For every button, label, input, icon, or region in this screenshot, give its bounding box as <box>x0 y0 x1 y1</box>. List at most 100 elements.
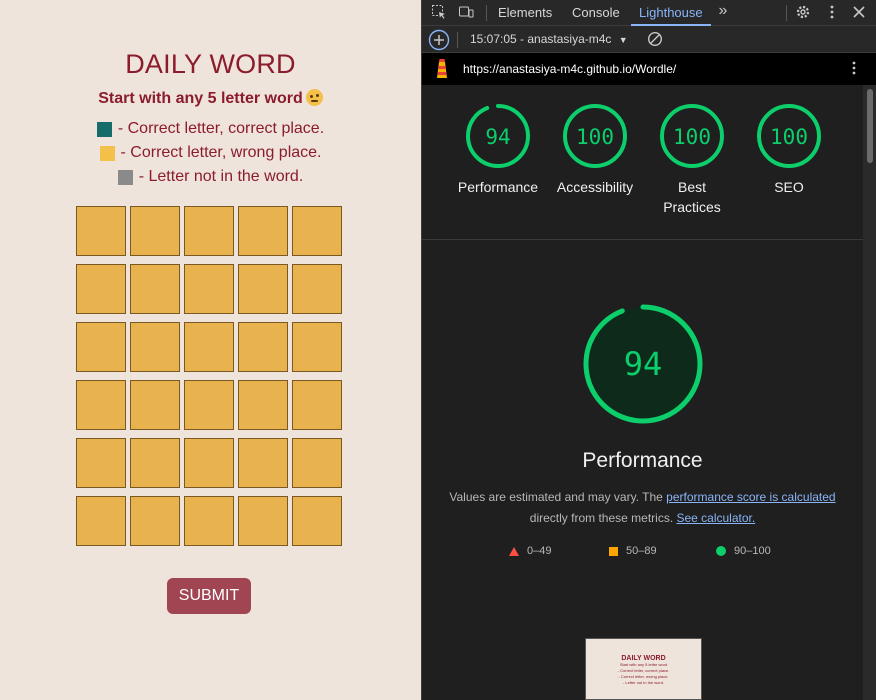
score-calculated-link[interactable]: performance score is calculated <box>666 490 835 504</box>
more-vertical-icon[interactable] <box>823 4 841 22</box>
letter-tile[interactable] <box>292 322 342 372</box>
letter-tile[interactable] <box>238 264 288 314</box>
subtitle-text: Start with any 5 letter word <box>98 90 303 107</box>
letter-tile[interactable] <box>130 322 180 372</box>
desc-text-2: directly from these metrics. <box>529 511 677 525</box>
letter-tile[interactable] <box>184 496 234 546</box>
letter-tile[interactable] <box>130 380 180 430</box>
score-gauge-performance[interactable]: 94 Performance <box>454 103 542 197</box>
letter-tile[interactable] <box>238 206 288 256</box>
inspect-element-icon[interactable] <box>430 4 448 22</box>
letter-tile[interactable] <box>76 322 126 372</box>
grid-row <box>76 264 343 314</box>
gauge-label: Performance <box>457 179 539 195</box>
letter-tile[interactable] <box>76 206 126 256</box>
grid-row <box>76 438 343 488</box>
gear-icon[interactable] <box>794 4 812 22</box>
score-scale-legend: 0–49 50–89 90–100 <box>422 545 863 561</box>
red-triangle-icon <box>509 546 519 556</box>
lighthouse-toolbar: 15:07:05 - anastasiya-m4c ▼ <box>422 26 876 53</box>
legend-not-in-word: - Letter not in the word. <box>0 168 421 186</box>
device-toolbar-icon[interactable] <box>457 4 475 22</box>
letter-tile[interactable] <box>130 264 180 314</box>
report-url: https://anastasiya-m4c.github.io/Wordle/ <box>463 62 677 76</box>
devtools-tab-bar: Elements Console Lighthouse » <box>422 0 876 26</box>
legend-label: - Correct letter, wrong place. <box>120 144 322 161</box>
orange-square-icon <box>609 546 618 556</box>
letter-tile[interactable] <box>184 438 234 488</box>
letter-tile[interactable] <box>292 264 342 314</box>
caret-down-icon: ▼ <box>618 35 628 45</box>
report-scrollbar[interactable] <box>863 85 876 700</box>
score-gauge-accessibility[interactable]: 100 Accessibility <box>551 103 639 197</box>
letter-tile[interactable] <box>130 206 180 256</box>
gray-swatch-icon <box>117 169 133 185</box>
letter-tile[interactable] <box>184 380 234 430</box>
gauge-value: 100 <box>770 125 808 149</box>
letter-tile[interactable] <box>238 496 288 546</box>
report-select-value: 15:07:05 - anastasiya-m4c <box>470 32 612 46</box>
range-pass: 90–100 <box>716 545 771 557</box>
letter-tile[interactable] <box>184 264 234 314</box>
range-label: 0–49 <box>527 545 552 557</box>
url-more-vertical-icon[interactable] <box>845 60 863 78</box>
legend-correct-place: - Correct letter, correct place. <box>0 120 421 138</box>
desc-text: Values are estimated and may vary. The <box>449 490 667 504</box>
gauge-value: 100 <box>673 125 711 149</box>
grid-row <box>76 206 343 256</box>
thumbnail-title: DAILY WORD <box>621 655 666 662</box>
letter-grid <box>76 206 343 554</box>
letter-tile[interactable] <box>238 322 288 372</box>
grid-row <box>76 380 343 430</box>
green-swatch-icon <box>96 121 112 137</box>
see-calculator-link[interactable]: See calculator. <box>676 511 755 525</box>
range-average: 50–89 <box>609 545 657 557</box>
score-gauge-best-practices[interactable]: 100 Best Practices <box>648 103 736 217</box>
final-screenshot-thumbnail[interactable]: DAILY WORD Start with any 5 letter word … <box>585 638 702 700</box>
grid-row <box>76 496 343 546</box>
performance-heading: Performance <box>582 449 703 472</box>
letter-tile[interactable] <box>238 380 288 430</box>
letter-tile[interactable] <box>292 496 342 546</box>
letter-tile[interactable] <box>292 206 342 256</box>
page-subtitle: Start with any 5 letter word <box>0 89 421 108</box>
performance-gauge-large: 94 <box>582 303 704 425</box>
letter-tile[interactable] <box>130 438 180 488</box>
url-bar: https://anastasiya-m4c.github.io/Wordle/ <box>422 53 876 85</box>
devtools-panel: Elements Console Lighthouse » 15:07:05 -… <box>421 0 876 700</box>
letter-tile[interactable] <box>76 380 126 430</box>
thumbnail-line: - Letter not in the word. <box>622 680 665 685</box>
report-select[interactable]: 15:07:05 - anastasiya-m4c ▼ <box>470 32 628 46</box>
letter-tile[interactable] <box>184 322 234 372</box>
gauge-label: Accessibility <box>556 179 634 195</box>
yellow-swatch-icon <box>99 145 115 161</box>
range-label: 90–100 <box>734 545 771 557</box>
gauge-value: 94 <box>485 125 510 149</box>
page-title: DAILY WORD <box>125 49 296 79</box>
gauge-label: Best Practices <box>663 179 721 215</box>
letter-tile[interactable] <box>238 438 288 488</box>
legend-wrong-place: - Correct letter, wrong place. <box>0 144 421 162</box>
range-label: 50–89 <box>626 545 657 557</box>
clear-block-icon[interactable] <box>646 31 664 49</box>
letter-tile[interactable] <box>184 206 234 256</box>
letter-tile[interactable] <box>292 380 342 430</box>
submit-button[interactable]: SUBMIT <box>167 578 251 614</box>
letter-tile[interactable] <box>76 496 126 546</box>
scroll-thumb[interactable] <box>867 89 873 163</box>
letter-tile[interactable] <box>130 496 180 546</box>
letter-tile[interactable] <box>76 438 126 488</box>
tab-lighthouse[interactable]: Lighthouse <box>631 0 711 26</box>
chevrons-right-icon[interactable]: » <box>714 2 732 20</box>
close-icon[interactable] <box>850 4 868 22</box>
grid-row <box>76 322 343 372</box>
big-gauge-value: 94 <box>624 345 663 383</box>
letter-tile[interactable] <box>76 264 126 314</box>
tab-elements[interactable]: Elements <box>498 0 552 26</box>
new-report-plus-icon[interactable] <box>428 29 450 51</box>
tab-console[interactable]: Console <box>572 0 620 26</box>
score-gauge-seo[interactable]: 100 SEO <box>745 103 833 197</box>
wordle-page: DAILY WORD Start with any 5 letter word … <box>0 0 421 700</box>
gauge-label: SEO <box>774 179 804 195</box>
letter-tile[interactable] <box>292 438 342 488</box>
